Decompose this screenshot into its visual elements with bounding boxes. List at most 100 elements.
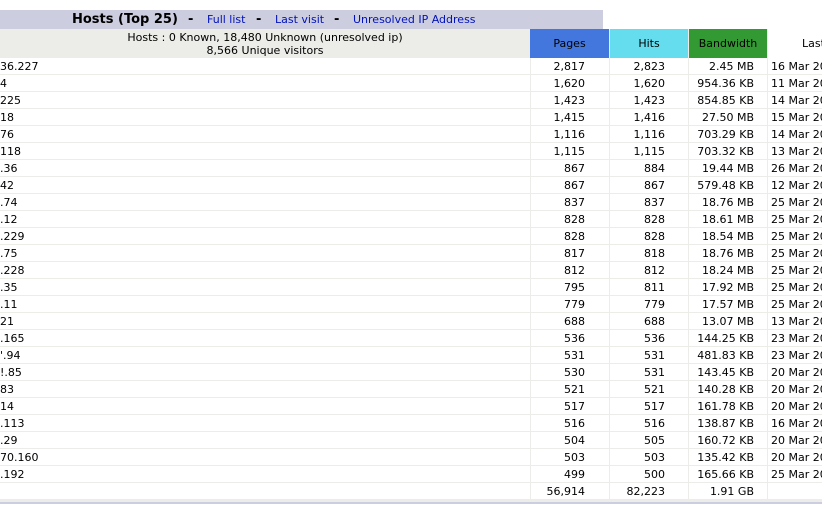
table-row: .29 504 505 160.72 KB 20 Mar 20 (0, 432, 822, 449)
pages-cell-value: 517 (564, 400, 585, 413)
pages-cell-value: 1,116 (553, 128, 586, 141)
last-visit-cell: 25 Mar 20 (768, 262, 822, 278)
hits-cell: 837 (610, 194, 688, 210)
host-cell: 70.160 (0, 449, 530, 465)
pages-cell: 499 (531, 466, 609, 482)
host-cell: .192 (0, 466, 530, 482)
host-cell: 14 (0, 398, 530, 414)
pages-cell-value: 536 (564, 332, 585, 345)
pages-cell-value: 817 (564, 247, 585, 260)
bandwidth-cell-value: 18.76 MB (701, 196, 754, 209)
hits-cell-value: 779 (644, 298, 665, 311)
hits-cell: 688 (610, 313, 688, 329)
host-cell: !.85 (0, 364, 530, 380)
column-header-last: Last (768, 29, 822, 58)
total-pages-cell: 56,914 (531, 483, 609, 499)
pages-cell-value: 867 (564, 179, 585, 192)
bandwidth-cell: 18.76 MB (689, 245, 767, 261)
host-cell: .36 (0, 160, 530, 176)
last-visit-cell: 20 Mar 20 (768, 398, 822, 414)
last-visit-cell: 13 Mar 20 (768, 143, 822, 159)
hosts-table-body: 36.227 2,817 2,823 2.45 MB 16 Mar 20 4 1,620 1,… (0, 58, 822, 500)
hits-cell-value: 688 (644, 315, 665, 328)
hits-cell: 884 (610, 160, 688, 176)
pages-cell: 1,423 (531, 92, 609, 108)
hits-cell: 531 (610, 347, 688, 363)
hits-cell: 505 (610, 432, 688, 448)
table-row: .192 499 500 165.66 KB 25 Mar 20 (0, 466, 822, 483)
last-visit-cell: 13 Mar 20 (768, 313, 822, 329)
pages-cell: 1,116 (531, 126, 609, 142)
bandwidth-cell: 481.83 KB (689, 347, 767, 363)
full-list-link[interactable]: Full list (207, 10, 245, 29)
last-visit-link[interactable]: Last visit (275, 10, 324, 29)
pages-cell-value: 1,115 (553, 145, 586, 158)
last-visit-cell: 25 Mar 20 (768, 194, 822, 210)
bandwidth-cell: 18.61 MB (689, 211, 767, 227)
table-row: .229 828 828 18.54 MB 25 Mar 20 (0, 228, 822, 245)
table-row: .12 828 828 18.61 MB 25 Mar 20 (0, 211, 822, 228)
bandwidth-cell: 19.44 MB (689, 160, 767, 176)
hits-cell-value: 2,823 (633, 60, 666, 73)
pages-cell-value: 828 (564, 230, 585, 243)
bandwidth-cell-value: 954.36 KB (697, 77, 754, 90)
hits-cell-value: 1,116 (633, 128, 666, 141)
pages-cell: 795 (531, 279, 609, 295)
unresolved-ip-link[interactable]: Unresolved IP Address (353, 10, 476, 29)
pages-cell: 516 (531, 415, 609, 431)
host-cell: .228 (0, 262, 530, 278)
pages-cell: 517 (531, 398, 609, 414)
last-visit-cell: 16 Mar 20 (768, 58, 822, 74)
pages-cell-value: 867 (564, 162, 585, 175)
pages-cell: 531 (531, 347, 609, 363)
bandwidth-cell-value: 703.32 KB (697, 145, 754, 158)
bandwidth-cell: 165.66 KB (689, 466, 767, 482)
last-visit-cell: 23 Mar 20 (768, 347, 822, 363)
table-row: 36.227 2,817 2,823 2.45 MB 16 Mar 20 (0, 58, 822, 75)
pages-cell: 2,817 (531, 58, 609, 74)
hosts-summary-header: Hosts : 0 Known, 18,480 Unknown (unresol… (0, 29, 530, 58)
bandwidth-cell-value: 854.85 KB (697, 94, 754, 107)
hits-cell: 812 (610, 262, 688, 278)
table-row: 118 1,115 1,115 703.32 KB 13 Mar 20 (0, 143, 822, 160)
last-visit-cell: 25 Mar 20 (768, 228, 822, 244)
last-visit-cell: 20 Mar 20 (768, 432, 822, 448)
hits-cell: 516 (610, 415, 688, 431)
pages-cell: 779 (531, 296, 609, 312)
bandwidth-cell: 160.72 KB (689, 432, 767, 448)
hits-cell: 828 (610, 228, 688, 244)
total-hits-cell: 82,223 (610, 483, 688, 499)
bandwidth-cell: 2.45 MB (689, 58, 767, 74)
hits-cell-value: 1,115 (633, 145, 666, 158)
pages-cell: 1,620 (531, 75, 609, 91)
separator: - (256, 12, 262, 27)
last-visit-cell: 14 Mar 20 (768, 92, 822, 108)
pages-cell: 1,415 (531, 109, 609, 125)
pages-cell: 867 (531, 177, 609, 193)
pages-cell-value: 812 (564, 264, 585, 277)
table-row: .35 795 811 17.92 MB 25 Mar 20 (0, 279, 822, 296)
pages-cell: 530 (531, 364, 609, 380)
host-cell: 21 (0, 313, 530, 329)
hits-cell: 536 (610, 330, 688, 346)
last-visit-cell: 16 Mar 20 (768, 415, 822, 431)
bandwidth-cell-value: 17.57 MB (701, 298, 754, 311)
pages-cell: 828 (531, 211, 609, 227)
bandwidth-cell: 135.42 KB (689, 449, 767, 465)
pages-cell: 504 (531, 432, 609, 448)
hits-cell-value: 818 (644, 247, 665, 260)
hits-cell: 867 (610, 177, 688, 193)
bandwidth-cell: 18.54 MB (689, 228, 767, 244)
hits-cell: 531 (610, 364, 688, 380)
bandwidth-cell-value: 19.44 MB (701, 162, 754, 175)
hits-cell-value: 812 (644, 264, 665, 277)
host-cell: 118 (0, 143, 530, 159)
pages-cell-value: 828 (564, 213, 585, 226)
pages-cell: 503 (531, 449, 609, 465)
hits-cell-value: 531 (644, 349, 665, 362)
hits-cell-value: 517 (644, 400, 665, 413)
pages-cell-value: 795 (564, 281, 585, 294)
bandwidth-cell: 954.36 KB (689, 75, 767, 91)
hits-cell: 818 (610, 245, 688, 261)
host-cell: .75 (0, 245, 530, 261)
